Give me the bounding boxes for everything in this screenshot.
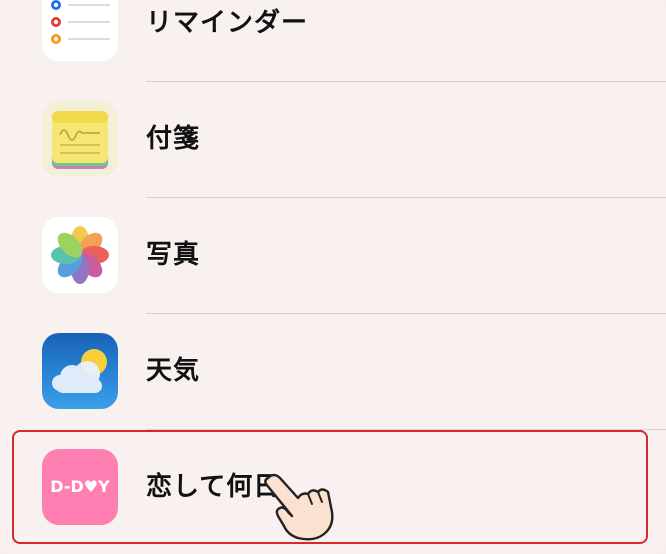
pointing-hand-icon [262, 470, 336, 542]
app-row-weather[interactable]: 天気 [0, 313, 666, 429]
app-label-stickies: 付箋 [146, 124, 201, 154]
photos-icon [42, 217, 118, 293]
app-label-photos: 写真 [146, 240, 201, 270]
reminders-icon [42, 0, 118, 61]
app-row-photos[interactable]: 写真 [0, 197, 666, 313]
stickies-icon [42, 101, 118, 177]
weather-icon [42, 333, 118, 409]
app-row-reminders[interactable]: リマインダー [0, 0, 666, 81]
app-row-stickies[interactable]: 付箋 [0, 81, 666, 197]
app-label-reminders: リマインダー [146, 8, 309, 38]
app-label-weather: 天気 [146, 356, 201, 386]
app-list-panel: リマインダー 付箋 写真 天気 D-D♥Y 恋して何日 [0, 0, 666, 554]
